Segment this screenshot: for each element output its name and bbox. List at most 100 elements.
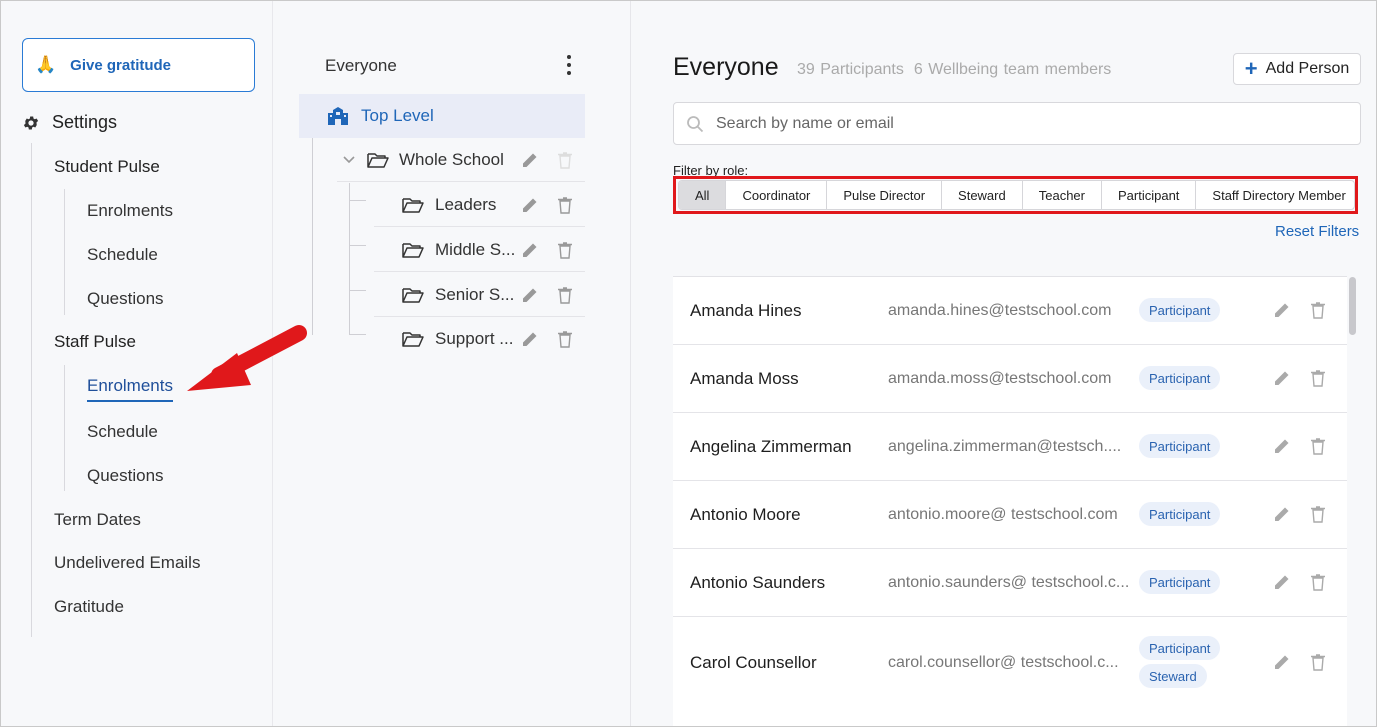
person-email: amanda.hines@testschool.com	[888, 302, 1112, 319]
tree-node-top-level[interactable]: Top Level	[299, 94, 585, 138]
trash-icon[interactable]	[1309, 653, 1327, 671]
person-row[interactable]: Angelina Zimmerman angelina.zimmerman@te…	[673, 413, 1347, 481]
sidebar-item-staff-enrolments[interactable]: Enrolments	[87, 376, 173, 402]
filter-chip-pulse-director[interactable]: Pulse Director	[827, 181, 943, 209]
tree-node-label: Leaders	[435, 194, 497, 214]
sidebar-item-student-enrolments[interactable]: Enrolments	[87, 201, 173, 221]
person-row[interactable]: Antonio Moore antonio.moore@ testschool.…	[673, 481, 1347, 549]
tree-connector	[349, 290, 366, 291]
settings-heading: Settings	[22, 112, 117, 133]
edit-pencil-icon[interactable]	[521, 241, 539, 259]
tree-connector	[349, 334, 366, 335]
edit-pencil-icon[interactable]	[1273, 437, 1291, 455]
person-row[interactable]: Carol Counsellor carol.counsellor@ tests…	[673, 617, 1347, 709]
role-badge: Participant	[1139, 502, 1221, 526]
trash-icon[interactable]	[1309, 369, 1327, 387]
edit-pencil-icon[interactable]	[1273, 301, 1291, 319]
person-email: angelina.zimmerman@testsch....	[888, 438, 1122, 455]
edit-pencil-icon[interactable]	[521, 196, 539, 214]
annotation-arrow-icon	[187, 325, 307, 391]
list-scrollbar[interactable]	[1349, 277, 1357, 726]
sidebar-item-student-schedule[interactable]: Schedule	[87, 245, 158, 265]
trash-icon[interactable]	[556, 196, 574, 214]
person-row[interactable]: Antonio Saunders antonio.saunders@ tests…	[673, 549, 1347, 617]
sidebar-item-gratitude[interactable]: Gratitude	[54, 597, 124, 617]
scrollbar-thumb[interactable]	[1349, 277, 1356, 335]
trash-icon[interactable]	[1309, 437, 1327, 455]
tree-node-middle-school[interactable]: Middle S...	[374, 228, 585, 272]
sidebar-item-student-questions[interactable]: Questions	[87, 289, 164, 309]
person-row[interactable]: Amanda Hines amanda.hines@testschool.com…	[673, 277, 1347, 345]
reset-filters-link[interactable]: Reset Filters	[1275, 223, 1359, 240]
edit-pencil-icon[interactable]	[521, 330, 539, 348]
group-stats: 39 Participants 6 Wellbeing team members	[797, 61, 1111, 79]
praying-hands-icon: 🙏	[35, 55, 57, 74]
sidebar-group-student-pulse[interactable]: Student Pulse	[54, 157, 160, 177]
role-badge: Participant	[1139, 298, 1221, 322]
sidebar-item-staff-schedule[interactable]: Schedule	[87, 422, 158, 442]
edit-pencil-icon[interactable]	[1273, 369, 1291, 387]
person-email: carol.counsellor@ testschool.c...	[888, 654, 1119, 671]
tree-node-support[interactable]: Support ...	[374, 317, 585, 361]
filter-chip-coordinator[interactable]: Coordinator	[726, 181, 828, 209]
person-name: Angelina Zimmerman	[690, 437, 852, 456]
sidebar-item-staff-questions[interactable]: Questions	[87, 466, 164, 486]
people-panel: Everyone 39 Participants 6 Wellbeing team…	[631, 1, 1376, 726]
more-options-icon[interactable]	[565, 55, 573, 75]
edit-pencil-icon[interactable]	[1273, 653, 1291, 671]
folder-open-icon	[367, 152, 389, 168]
edit-pencil-icon[interactable]	[521, 151, 539, 169]
trash-icon[interactable]	[556, 241, 574, 259]
trash-icon[interactable]	[1309, 505, 1327, 523]
person-email: amanda.moss@testschool.com	[888, 370, 1112, 387]
tree-node-whole-school[interactable]: Whole School	[337, 138, 585, 182]
role-filter-group: All Coordinator Pulse Director Steward T…	[678, 180, 1355, 210]
trash-icon[interactable]	[556, 151, 574, 169]
sidebar-item-term-dates[interactable]: Term Dates	[54, 510, 141, 530]
trash-icon[interactable]	[556, 286, 574, 304]
wellbeing-count: 6 Wellbeing team members	[913, 61, 1112, 78]
filter-chip-staff-directory-member[interactable]: Staff Directory Member	[1196, 181, 1354, 209]
add-person-button[interactable]: + Add Person	[1233, 53, 1361, 85]
tree-connector	[349, 200, 366, 201]
tree-node-senior-school[interactable]: Senior S...	[374, 273, 585, 317]
trash-icon[interactable]	[1309, 301, 1327, 319]
school-building-icon	[328, 107, 348, 125]
plus-icon: +	[1244, 56, 1258, 81]
role-badge: Participant	[1139, 570, 1221, 594]
staff-pulse-rail	[64, 365, 65, 491]
gear-icon	[23, 115, 39, 130]
tree-node-label: Whole School	[399, 149, 504, 169]
tree-title: Everyone	[325, 56, 397, 75]
search-input[interactable]	[716, 114, 1316, 133]
student-pulse-rail	[64, 189, 65, 315]
edit-pencil-icon[interactable]	[1273, 573, 1291, 591]
filter-chip-steward[interactable]: Steward	[942, 181, 1023, 209]
settings-label: Settings	[52, 112, 118, 132]
folder-open-icon	[402, 287, 424, 303]
person-name: Antonio Saunders	[690, 573, 826, 592]
tree-connector	[349, 183, 350, 335]
person-row[interactable]: Amanda Moss amanda.moss@testschool.com P…	[673, 345, 1347, 413]
tree-node-label: Middle S...	[435, 239, 516, 259]
sidebar-rail	[31, 143, 32, 637]
chevron-down-icon[interactable]	[343, 155, 355, 164]
trash-icon[interactable]	[1309, 573, 1327, 591]
edit-pencil-icon[interactable]	[521, 286, 539, 304]
tree-node-label: Support ...	[435, 329, 514, 348]
folder-open-icon	[402, 332, 424, 347]
give-gratitude-button[interactable]: 🙏 Give gratitude	[22, 38, 255, 92]
filter-chip-teacher[interactable]: Teacher	[1023, 181, 1102, 209]
person-email: antonio.moore@ testschool.com	[888, 506, 1118, 523]
edit-pencil-icon[interactable]	[1273, 505, 1291, 523]
person-name: Amanda Moss	[690, 369, 799, 388]
folder-open-icon	[402, 242, 424, 258]
trash-icon[interactable]	[556, 330, 574, 348]
page-title: Everyone	[673, 53, 779, 81]
sidebar-item-undelivered-emails[interactable]: Undelivered Emails	[54, 553, 200, 573]
tree-node-leaders[interactable]: Leaders	[374, 183, 585, 227]
sidebar-group-staff-pulse[interactable]: Staff Pulse	[54, 332, 136, 352]
top-level-label: Top Level	[361, 106, 434, 125]
filter-chip-all[interactable]: All	[679, 181, 727, 209]
filter-chip-participant[interactable]: Participant	[1102, 181, 1197, 209]
